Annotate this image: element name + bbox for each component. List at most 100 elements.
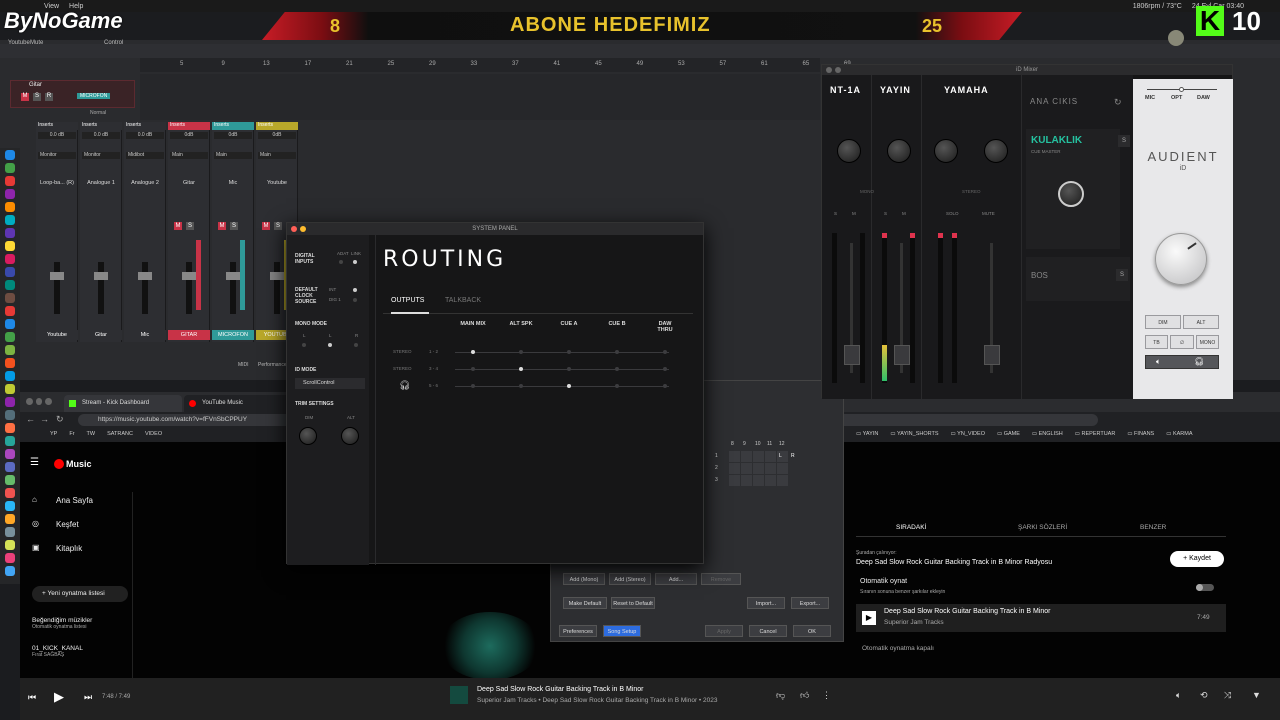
dock-app-icon[interactable]: [5, 189, 15, 199]
speaker-icon[interactable]: 🔈︎: [1156, 357, 1161, 367]
channel-knob[interactable]: [984, 139, 1008, 163]
dock-app-icon[interactable]: [5, 449, 15, 459]
forward-icon[interactable]: →: [40, 414, 49, 424]
bookmark-item[interactable]: SATRANC: [107, 431, 133, 437]
matrix-cell[interactable]: [729, 451, 740, 462]
tab-kick-dashboard[interactable]: Stream - Kick Dashboard: [64, 395, 182, 412]
link-icon[interactable]: ↻: [1114, 97, 1122, 108]
close-dot[interactable]: [826, 67, 832, 73]
song-setup-button[interactable]: Make Default: [563, 597, 607, 609]
expand-icon[interactable]: ▼: [1252, 690, 1261, 700]
timeline-ruler[interactable]: 59131721252933374145495357616569: [140, 58, 851, 72]
headphone-knob[interactable]: [1058, 181, 1084, 207]
mixer-strip[interactable]: Inserts 0.0 dB Monitor Analogue 1 Gitar: [80, 122, 122, 342]
track-row-gitar[interactable]: Gitar M S R MICROFON: [10, 80, 135, 108]
dock-app-icon[interactable]: [5, 384, 15, 394]
back-icon[interactable]: ←: [26, 414, 35, 424]
queue-item[interactable]: ▶ Deep Sad Slow Rock Guitar Backing Trac…: [856, 604, 1226, 632]
arrange-area[interactable]: [140, 74, 820, 120]
matrix-cell[interactable]: [741, 463, 752, 474]
routing-node[interactable]: [471, 384, 475, 388]
strip-send[interactable]: Monitor: [38, 152, 76, 159]
strip-inserts[interactable]: Inserts: [124, 122, 166, 130]
bookmark-item[interactable]: VIDEO: [145, 431, 162, 437]
strip-send[interactable]: Monitor: [82, 152, 120, 159]
polarity-button[interactable]: ∅: [1170, 335, 1194, 349]
bookmark-item[interactable]: Fr: [69, 431, 74, 437]
strip-solo-button[interactable]: S: [274, 222, 282, 230]
matrix-cell[interactable]: [765, 451, 776, 462]
track-input[interactable]: MICROFON: [77, 93, 111, 99]
strip-mute-button[interactable]: M: [218, 222, 226, 230]
queue-tab[interactable]: BENZER: [1140, 524, 1166, 531]
routing-node[interactable]: [567, 384, 571, 388]
dock-app-icon[interactable]: [5, 462, 15, 472]
dim-trim-knob[interactable]: [299, 427, 317, 445]
channel-knob[interactable]: [887, 139, 911, 163]
routing-matrix[interactable]: 8 9 10 11 12 1 2 3 L R: [711, 441, 807, 491]
bookmark-folder[interactable]: ▭ REPERTUAR: [1075, 431, 1116, 437]
playlist-kick[interactable]: 01_KICK_KANAL Fırat SAĞBAŞ: [32, 645, 83, 658]
bookmark-folder[interactable]: ▭ YAYIN_SHORTS: [890, 431, 938, 437]
ytm-logo[interactable]: Music: [66, 459, 92, 469]
strip-inserts[interactable]: Inserts: [256, 122, 298, 130]
headphone-icon[interactable]: 🎧︎: [1194, 357, 1204, 366]
channel-fader-handle[interactable]: [984, 345, 1000, 365]
tab-outputs[interactable]: OUTPUTS: [391, 297, 424, 304]
dock-app-icon[interactable]: [5, 410, 15, 420]
strip-fader-handle[interactable]: [94, 272, 108, 280]
routing-node[interactable]: [663, 367, 667, 371]
song-setup-button[interactable]: Cancel: [749, 625, 787, 637]
volume-knob[interactable]: [1155, 233, 1207, 285]
input-switch-label[interactable]: MIC: [1145, 95, 1155, 101]
song-setup-button[interactable]: Preferences: [559, 625, 597, 637]
mono-lr-radio[interactable]: [328, 343, 332, 347]
matrix-cell[interactable]: [765, 475, 776, 486]
dock-app-icon[interactable]: [5, 436, 15, 446]
mono-button[interactable]: MONO: [1196, 335, 1219, 349]
song-setup-button[interactable]: Reset to Default: [611, 597, 655, 609]
routing-node[interactable]: [519, 384, 523, 388]
dock-app-icon[interactable]: [5, 423, 15, 433]
play-pause-icon[interactable]: ▶: [54, 689, 64, 705]
dock-app-icon[interactable]: [5, 397, 15, 407]
menu-icon[interactable]: ☰: [30, 457, 39, 468]
dock-app-icon[interactable]: [5, 514, 15, 524]
song-setup-button[interactable]: Apply: [705, 625, 743, 637]
dock-app-icon[interactable]: [5, 488, 15, 498]
routing-node[interactable]: [663, 384, 667, 388]
strip-inserts[interactable]: Inserts: [36, 122, 78, 130]
alt-trim-knob[interactable]: [341, 427, 359, 445]
new-playlist-button[interactable]: + Yeni oynatma listesi: [32, 586, 128, 602]
mixer-strip[interactable]: Inserts 0.0 dB Midibot Analogue 2 Mic: [124, 122, 166, 342]
strip-fader-handle[interactable]: [138, 272, 152, 280]
player-thumbnail[interactable]: [450, 686, 468, 704]
input-switch-knob[interactable]: [1179, 87, 1184, 92]
minimize-dot[interactable]: [35, 398, 43, 405]
dock-app-icon[interactable]: [5, 332, 15, 342]
dock-app-icon[interactable]: [5, 566, 15, 576]
routing-node[interactable]: [663, 350, 667, 354]
play-icon[interactable]: ▶: [862, 611, 876, 625]
matrix-cell[interactable]: [729, 463, 740, 474]
strip-solo-button[interactable]: S: [230, 222, 238, 230]
dock-app-icon[interactable]: [5, 319, 15, 329]
strip-inserts[interactable]: Inserts: [212, 122, 254, 130]
playlist-liked[interactable]: Beğendiğim müzikler Otomatik oynatma lis…: [32, 617, 92, 630]
dock-app-icon[interactable]: [5, 176, 15, 186]
channel-fader-handle[interactable]: [844, 345, 860, 365]
strip-fader-handle[interactable]: [50, 272, 64, 280]
mute-button[interactable]: M: [21, 93, 29, 101]
speaker-headphone-switch[interactable]: 🔈︎ 🎧︎: [1145, 355, 1219, 369]
dock-app-icon[interactable]: [5, 371, 15, 381]
dock-app-icon[interactable]: [5, 475, 15, 485]
mono-r-radio[interactable]: [354, 343, 358, 347]
previous-icon[interactable]: ⏮: [28, 692, 36, 703]
track-mode[interactable]: Normal: [90, 110, 106, 116]
matrix-cell[interactable]: [729, 475, 740, 486]
alt-button[interactable]: ALT: [1183, 315, 1219, 329]
dock-app-icon[interactable]: [5, 527, 15, 537]
matrix-cell[interactable]: [753, 463, 764, 474]
dock-app-icon[interactable]: [5, 267, 15, 277]
dock-app-icon[interactable]: [5, 540, 15, 550]
